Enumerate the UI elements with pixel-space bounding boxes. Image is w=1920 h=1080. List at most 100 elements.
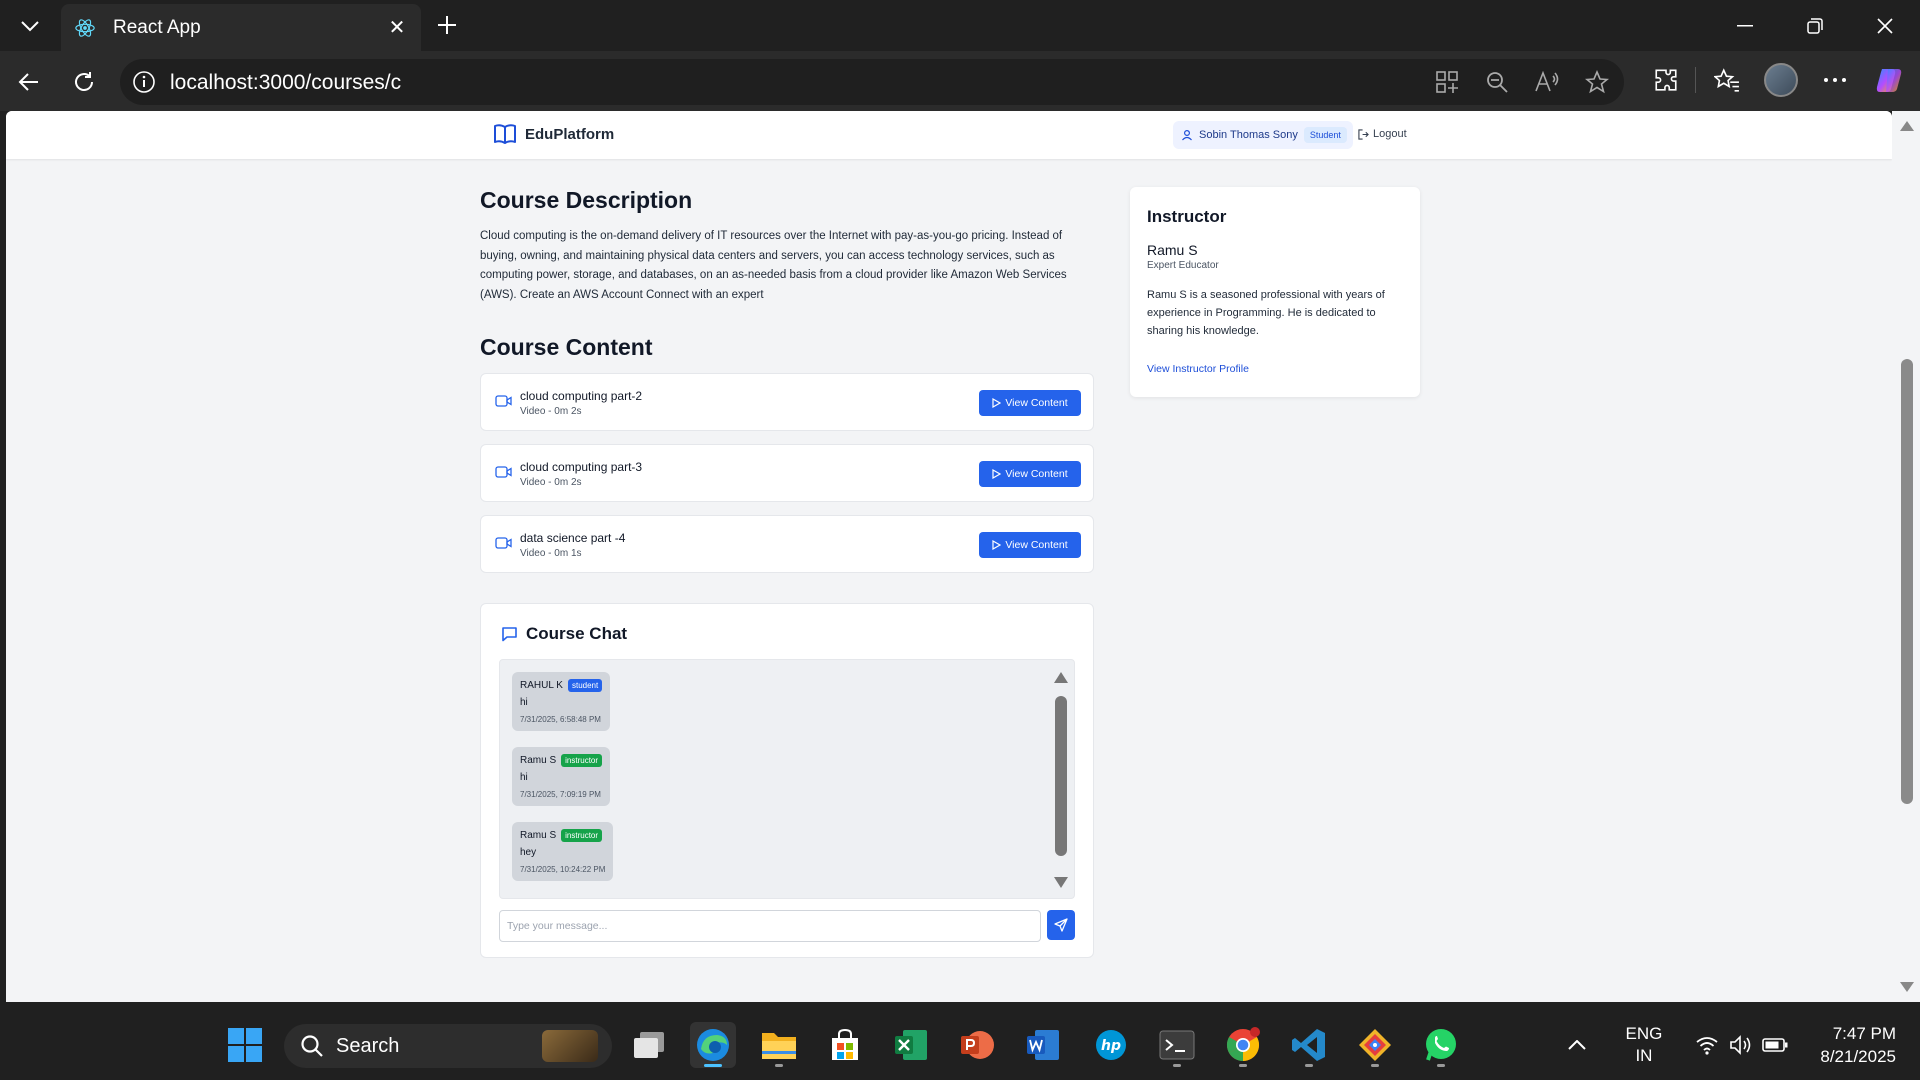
send-message-button[interactable]: [1047, 910, 1075, 940]
zoom-out-icon[interactable]: [1482, 67, 1512, 97]
chrome-icon[interactable]: [1220, 1022, 1266, 1068]
scrollbar-thumb[interactable]: [1901, 359, 1913, 804]
browser-tab[interactable]: React App ✕: [61, 4, 421, 51]
wifi-icon[interactable]: [1692, 1035, 1722, 1055]
vscode-icon[interactable]: [1286, 1022, 1332, 1068]
task-view-icon[interactable]: [626, 1022, 672, 1068]
terminal-icon[interactable]: [1154, 1022, 1200, 1068]
video-camera-icon: [495, 395, 512, 407]
start-windows-icon[interactable]: [222, 1022, 268, 1068]
send-icon: [1054, 918, 1068, 932]
svg-text:hp: hp: [1101, 1038, 1121, 1054]
play-icon: [992, 540, 1002, 550]
message-role-badge: student: [567, 679, 603, 692]
user-icon: [1182, 129, 1192, 141]
git-client-icon[interactable]: [1352, 1022, 1398, 1068]
logout-label: Logout: [1373, 128, 1407, 140]
view-content-label: View Content: [1005, 397, 1068, 409]
input-language[interactable]: ENG IN: [1626, 1023, 1663, 1067]
restore-icon[interactable]: [1780, 0, 1850, 51]
powerpoint-icon[interactable]: [954, 1022, 1000, 1068]
logout-button[interactable]: Logout: [1358, 128, 1407, 140]
edge-browser-icon[interactable]: [690, 1022, 736, 1068]
chat-messages[interactable]: RAHUL K student hi 7/31/2025, 6:58:48 PM…: [499, 659, 1075, 899]
app-available-icon[interactable]: [1432, 67, 1462, 97]
view-content-label: View Content: [1005, 468, 1068, 480]
message-author: Ramu S: [520, 830, 557, 841]
region-code: IN: [1635, 1046, 1653, 1065]
microsoft-store-icon[interactable]: [822, 1022, 868, 1068]
word-icon[interactable]: [1020, 1022, 1066, 1068]
volume-icon[interactable]: [1726, 1035, 1756, 1055]
chat-scrollbar-thumb[interactable]: [1055, 696, 1067, 856]
page-scrollbar[interactable]: [1892, 111, 1920, 1002]
profile-avatar[interactable]: [1758, 57, 1804, 103]
language-code: ENG: [1625, 1024, 1663, 1043]
view-content-button[interactable]: View Content: [979, 461, 1081, 487]
address-bar[interactable]: localhost:3000/courses/c: [120, 59, 1624, 105]
extensions-puzzle-icon[interactable]: [1643, 57, 1689, 103]
chat-title: Course Chat: [526, 624, 628, 643]
whatsapp-icon[interactable]: [1418, 1022, 1464, 1068]
instructor-bio: Ramu S is a seasoned professional with y…: [1147, 289, 1385, 337]
instructor-title: Expert Educator: [1147, 260, 1219, 271]
favorites-icon[interactable]: [1704, 57, 1750, 103]
content-heading: Course Content: [480, 334, 653, 360]
message-role-badge: instructor: [561, 754, 603, 767]
instructor-card: Instructor Ramu S Expert Educator Ramu S…: [1130, 187, 1420, 397]
toolbar-separator: [1695, 67, 1696, 93]
show-hidden-icons-chevron-icon[interactable]: [1562, 1040, 1592, 1050]
view-content-button[interactable]: View Content: [979, 390, 1081, 416]
chat-scroll-up-arrow[interactable]: [1054, 672, 1068, 683]
content-item: cloud computing part-3 Video - 0m 2s Vie…: [480, 444, 1094, 502]
battery-icon[interactable]: [1760, 1038, 1790, 1052]
brand-logo[interactable]: EduPlatform: [493, 123, 614, 145]
chat-message-input[interactable]: [499, 910, 1041, 942]
message-text: hi: [520, 697, 528, 708]
tab-actions-menu-chevron-icon[interactable]: [10, 8, 50, 44]
search-label: Search: [336, 1034, 400, 1057]
new-tab-plus-icon[interactable]: [432, 10, 462, 40]
open-book-icon: [494, 124, 516, 144]
browser-tab-bar: React App ✕: [0, 0, 1920, 51]
message-author: RAHUL K: [520, 680, 563, 691]
course-chat-panel: Course Chat RAHUL K student hi 7/31/2025…: [480, 603, 1094, 958]
content-item: data science part -4 Video - 0m 1s View …: [480, 515, 1094, 573]
message-role-badge: instructor: [561, 829, 603, 842]
hp-icon[interactable]: hp: [1088, 1022, 1134, 1068]
excel-icon[interactable]: [888, 1022, 934, 1068]
content-item-title: cloud computing part-3: [520, 460, 643, 474]
instructor-profile-link[interactable]: View Instructor Profile: [1147, 363, 1249, 375]
view-content-label: View Content: [1005, 539, 1068, 551]
file-explorer-icon[interactable]: [756, 1022, 802, 1068]
window-close-icon[interactable]: [1850, 0, 1920, 51]
message-author: Ramu S: [520, 755, 557, 766]
message-text: hi: [520, 772, 528, 783]
view-content-button[interactable]: View Content: [979, 532, 1081, 558]
scroll-down-arrow[interactable]: [1900, 982, 1914, 992]
content-item-title: cloud computing part-2: [520, 389, 643, 403]
chat-scroll-down-arrow[interactable]: [1054, 877, 1068, 888]
tab-close-icon[interactable]: ✕: [385, 16, 409, 40]
description-text: Cloud computing is the on-demand deliver…: [480, 230, 1067, 301]
site-info-icon[interactable]: [132, 70, 156, 94]
favorite-star-icon[interactable]: [1582, 67, 1612, 97]
react-logo-icon: [73, 16, 97, 40]
scroll-up-arrow[interactable]: [1900, 121, 1914, 131]
taskbar-search[interactable]: Search: [284, 1024, 612, 1068]
minimize-icon[interactable]: [1710, 0, 1780, 51]
copilot-icon[interactable]: [1866, 57, 1912, 103]
page-viewport: EduPlatform Sobin Thomas Sony Student Lo…: [6, 111, 1892, 1002]
instructor-heading: Instructor: [1147, 207, 1227, 226]
user-chip[interactable]: Sobin Thomas Sony Student: [1173, 121, 1353, 149]
back-arrow-icon[interactable]: [12, 65, 46, 99]
read-aloud-icon[interactable]: [1532, 67, 1562, 97]
clock-time: 7:47 PM: [1832, 1024, 1896, 1043]
content-item-title: data science part -4: [520, 531, 626, 545]
logout-icon: [1358, 128, 1369, 140]
more-options-icon[interactable]: [1812, 57, 1858, 103]
refresh-icon[interactable]: [67, 65, 101, 99]
clock[interactable]: 7:47 PM 8/21/2025: [1820, 1022, 1896, 1068]
content-item: cloud computing part-2 Video - 0m 2s Vie…: [480, 373, 1094, 431]
message-time: 7/31/2025, 10:24:22 PM: [520, 865, 606, 874]
